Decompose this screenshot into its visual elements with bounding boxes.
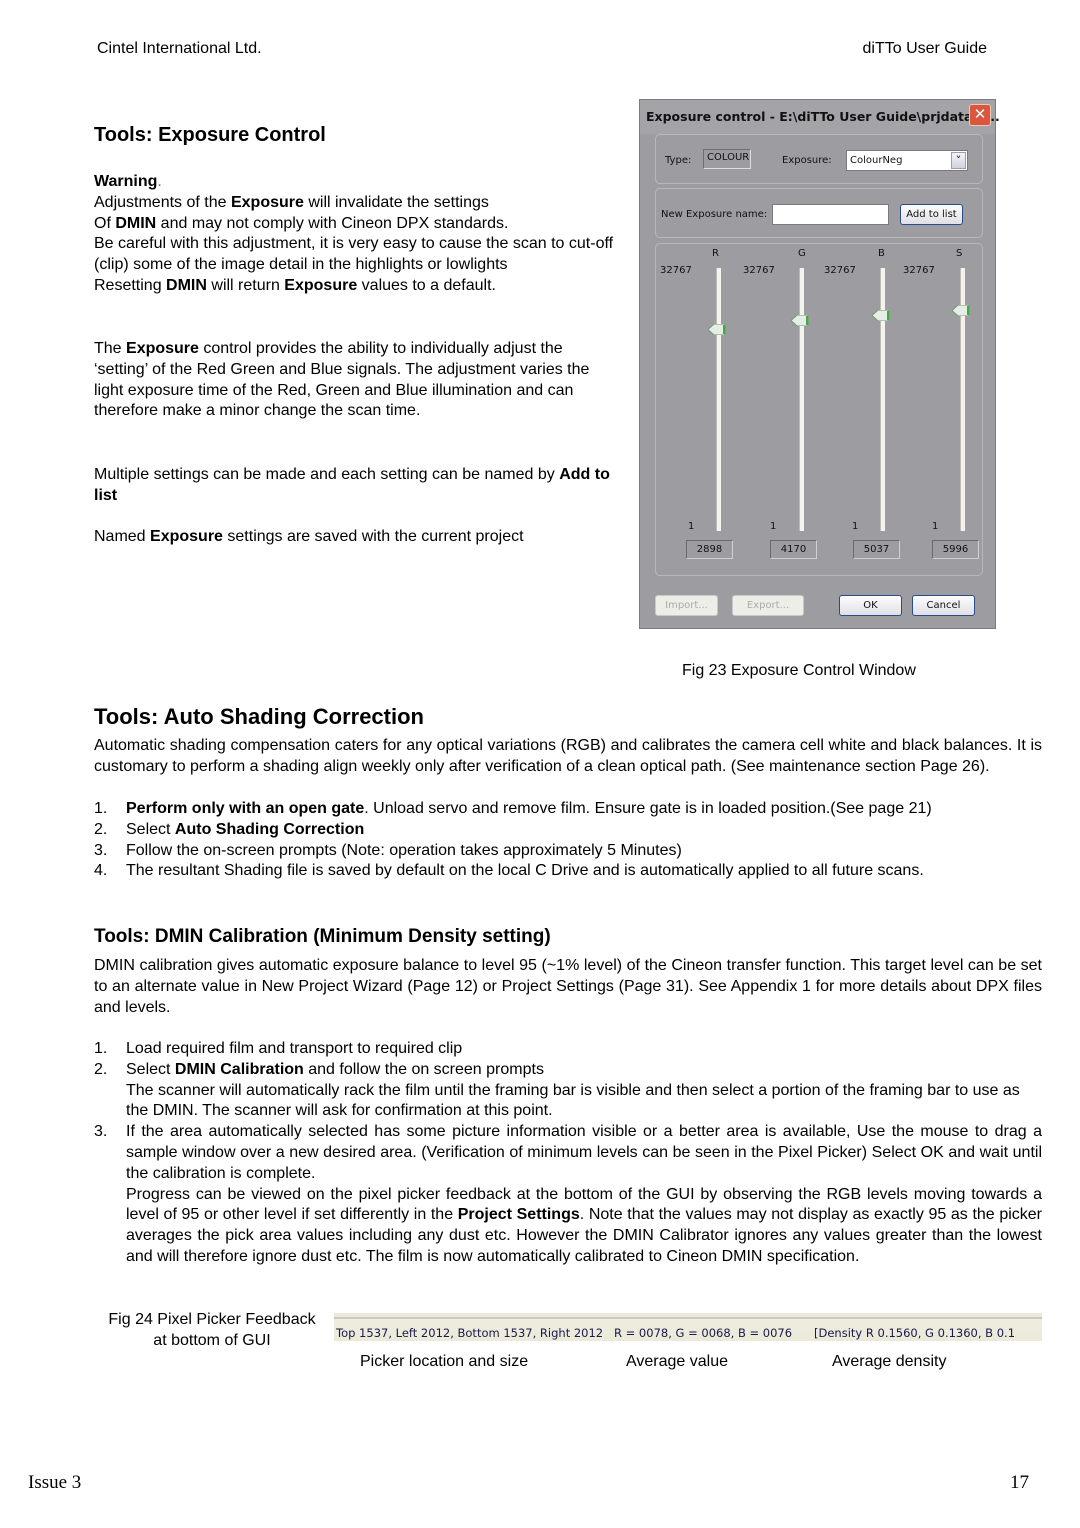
label-average-density: Average density (832, 1353, 947, 1370)
label-average-value: Average value (626, 1353, 728, 1370)
cancel-button[interactable]: Cancel (912, 595, 975, 616)
header-doc-title: diTTo User Guide (862, 40, 988, 57)
dmin-step-2-detail: The scanner will automatically rack the … (126, 1081, 1020, 1120)
dmin-step: 3. If the area automatically selected has… (94, 1122, 1042, 1268)
shading-step: 4. The resultant Shading file is saved by… (94, 862, 924, 880)
channel-value-g: 4170 (770, 540, 817, 559)
footer-issue: Issue 3 (28, 1472, 82, 1493)
channel-max-r: 32767 (660, 265, 692, 276)
channel-max-b: 32767 (824, 265, 856, 276)
channel-value-b: 5037 (853, 540, 900, 559)
dmin-steps: 1. Load required film and transport to re… (94, 1039, 1042, 1268)
slider-thumb-r[interactable] (708, 323, 726, 335)
channel-value-r: 2898 (686, 540, 733, 559)
channel-label-s: S (956, 248, 963, 259)
dialog-title-bar[interactable]: Exposure control - E:\diTTo User Guide\p… (640, 100, 1000, 134)
exposure-warning-block: Warning. Adjustments of the Exposure wil… (94, 172, 614, 297)
type-group: Type: COLOUR Exposure: ColourNeg ˅ (655, 134, 983, 184)
dmin-section-title: Tools: DMIN Calibration (Minimum Density… (94, 926, 551, 947)
exposure-add-to-list-text: Multiple settings can be made and each s… (94, 466, 610, 504)
exposure-select-value: ColourNeg (850, 155, 903, 166)
fig24-caption: Fig 24 Pixel Picker Feedback at bottom o… (108, 1311, 316, 1349)
exposure-control-dialog: Exposure control - E:\diTTo User Guide\p… (639, 99, 1000, 629)
exposure-select[interactable]: ColourNeg ˅ (846, 150, 968, 171)
exposure-description: The Exposure control provides the abilit… (94, 340, 590, 420)
pixel-picker-status-bar: Top 1537, Left 2012, Bottom 1537, Right … (334, 1313, 1042, 1341)
dmin-step: 1. Load required film and transport to re… (94, 1040, 463, 1057)
channel-min-b: 1 (852, 521, 859, 532)
type-value: COLOUR (703, 149, 751, 169)
slider-thumb-g[interactable] (791, 314, 809, 326)
new-exposure-name-input[interactable] (772, 204, 889, 225)
dmin-step-3-progress: Progress can be viewed on the pixel pick… (126, 1185, 1043, 1265)
fig23-caption: Fig 23 Exposure Control Window (682, 662, 916, 679)
type-label: Type: (665, 155, 692, 166)
exposure-saved-text: Named Exposure settings are saved with t… (94, 528, 524, 545)
shading-intro: Automatic shading compensation caters fo… (94, 737, 1042, 775)
export-button[interactable]: Export... (732, 595, 804, 616)
channel-max-g: 32767 (743, 265, 775, 276)
add-to-list-button[interactable]: Add to list (900, 204, 963, 225)
shading-step: 3. Follow the on-screen prompts (Note: op… (94, 841, 682, 859)
channel-label-b: B (878, 248, 885, 259)
picker-density-readout: [Density R 0.1560, G 0.1360, B 0.1 (814, 1326, 1016, 1340)
import-button[interactable]: Import... (655, 595, 718, 616)
shading-step: 1. Perform only with an open gate. Unload… (94, 800, 932, 817)
dmin-intro: DMIN calibration gives automatic exposur… (94, 957, 1042, 1016)
warning-line-2: Of DMIN and may not comply with Cineon D… (94, 214, 509, 232)
warning-line-1: Adjustments of the Exposure will invalid… (94, 193, 489, 211)
sliders-group: R 32767 1 2898 G 32767 1 4170 B 32767 1 … (655, 243, 983, 576)
footer-page-number: 17 (1010, 1472, 1029, 1493)
channel-min-s: 1 (932, 521, 939, 532)
picker-average-readout: R = 0078, G = 0068, B = 0076 (614, 1326, 793, 1340)
chevron-down-icon[interactable]: ˅ (951, 152, 966, 169)
shading-section-title: Tools: Auto Shading Correction (94, 704, 424, 729)
label-picker-location: Picker location and size (360, 1353, 529, 1370)
dmin-step: 2. Select DMIN Calibration and follow the… (94, 1060, 1042, 1122)
new-exposure-group: New Exposure name: Add to list (655, 188, 983, 238)
ok-button[interactable]: OK (839, 595, 902, 616)
exposure-label: Exposure: (782, 155, 832, 166)
close-icon[interactable]: ✕ (969, 104, 991, 126)
channel-min-r: 1 (688, 521, 695, 532)
warning-label: Warning (94, 173, 158, 190)
slider-thumb-s[interactable] (952, 305, 970, 317)
channel-label-g: G (798, 248, 806, 259)
warning-dot: . (157, 173, 162, 190)
shading-steps: 1. Perform only with an open gate. Unload… (94, 799, 1042, 882)
header-company: Cintel International Ltd. (97, 40, 262, 57)
shading-step: 2. Select Auto Shading Correction (94, 820, 365, 838)
exposure-section-title: Tools: Exposure Control (94, 124, 326, 146)
slider-track-r[interactable] (716, 268, 721, 531)
slider-track-g[interactable] (799, 268, 804, 531)
channel-value-s: 5996 (932, 540, 979, 559)
new-exposure-name-label: New Exposure name: (661, 209, 768, 220)
slider-track-b[interactable] (880, 268, 885, 531)
resetting-text: Resetting DMIN will return Exposure valu… (94, 276, 496, 294)
channel-min-g: 1 (770, 521, 777, 532)
careful-text: Be careful with this adjustment, it is v… (94, 235, 614, 274)
channel-max-s: 32767 (903, 265, 935, 276)
slider-thumb-b[interactable] (872, 309, 890, 321)
channel-label-r: R (712, 248, 719, 259)
picker-location-readout: Top 1537, Left 2012, Bottom 1537, Right … (336, 1326, 604, 1340)
dialog-title: Exposure control - E:\diTTo User Guide\p… (646, 109, 1000, 124)
